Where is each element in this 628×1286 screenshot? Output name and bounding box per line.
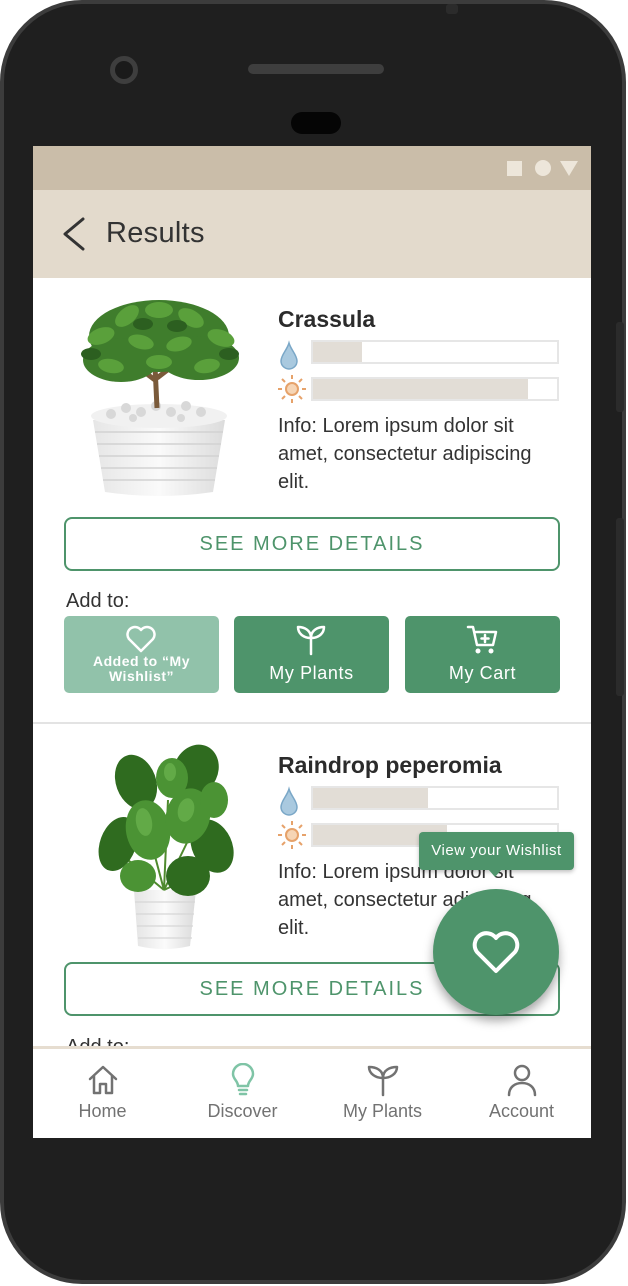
nav-discover-label: Discover <box>207 1101 278 1121</box>
nav-discover[interactable]: Discover <box>173 1049 312 1138</box>
nav-home-label: Home <box>78 1101 127 1121</box>
heart-icon <box>126 625 156 653</box>
my-cart-button-label: My Cart <box>448 663 517 683</box>
crassula-plant-image <box>81 300 239 496</box>
recent-apps-icon <box>507 161 522 176</box>
water-level-fill <box>313 788 428 808</box>
wishlist-button-label: Added to “My Wishlist” <box>93 653 190 684</box>
app-bar: Results <box>33 190 591 278</box>
front-camera <box>110 56 138 84</box>
nav-account-label: Account <box>488 1101 555 1121</box>
add-to-label: Add to: <box>66 590 130 612</box>
phone-top-button <box>446 4 458 14</box>
peperomia-plant-image <box>98 744 234 949</box>
water-level-meter <box>311 786 559 810</box>
plant-card-crassula: Crassula Info: Lorem ipsum dolor sit ame… <box>33 278 591 724</box>
wishlist-button[interactable]: Added to “My Wishlist” <box>64 616 219 693</box>
wishlist-tooltip: View your Wishlist <box>419 832 574 870</box>
sprout-icon <box>367 1065 399 1097</box>
plant-name: Crassula <box>278 306 376 332</box>
nav-my-plants-label: My Plants <box>342 1101 423 1121</box>
sprout-icon <box>296 625 326 656</box>
view-wishlist-fab[interactable] <box>433 889 559 1015</box>
nav-my-plants[interactable]: My Plants <box>313 1049 452 1138</box>
proximity-sensor <box>291 112 341 134</box>
app-screen: Results Crassula Info: Lorem ipsum dolor… <box>33 146 591 1138</box>
phone-volume-button <box>616 518 624 696</box>
phone-power-button <box>616 322 624 412</box>
bottom-navigation: Home Discover My Plants Account <box>33 1046 591 1138</box>
home-icon <box>88 1065 118 1095</box>
sun-icon <box>278 821 306 849</box>
see-more-details-button[interactable]: SEE MORE DETAILS <box>64 517 560 571</box>
sunlight-level-meter <box>311 377 559 401</box>
plant-name: Raindrop peperomia <box>278 752 502 778</box>
nav-home[interactable]: Home <box>33 1049 172 1138</box>
nav-account[interactable]: Account <box>452 1049 591 1138</box>
water-level-meter <box>311 340 559 364</box>
tooltip-arrow <box>488 869 502 877</box>
water-drop-icon <box>280 786 298 816</box>
earpiece-speaker <box>248 64 384 74</box>
add-to-my-plants-button[interactable]: My Plants <box>234 616 389 693</box>
back-system-icon <box>560 161 578 176</box>
lightbulb-icon <box>231 1063 255 1096</box>
person-icon <box>507 1064 537 1097</box>
sunlight-level-fill <box>313 379 528 399</box>
my-plants-button-label: My Plants <box>269 663 354 683</box>
status-bar <box>33 146 591 190</box>
back-arrow-icon[interactable] <box>59 216 89 252</box>
heart-icon <box>472 931 520 973</box>
water-level-fill <box>313 342 362 362</box>
cart-icon <box>466 625 498 654</box>
sun-icon <box>278 375 306 403</box>
water-drop-icon <box>280 340 298 370</box>
home-system-icon <box>535 160 551 176</box>
page-title: Results <box>106 217 205 249</box>
plant-info: Info: Lorem ipsum dolor sit amet, consec… <box>278 415 532 493</box>
add-to-cart-button[interactable]: My Cart <box>405 616 560 693</box>
